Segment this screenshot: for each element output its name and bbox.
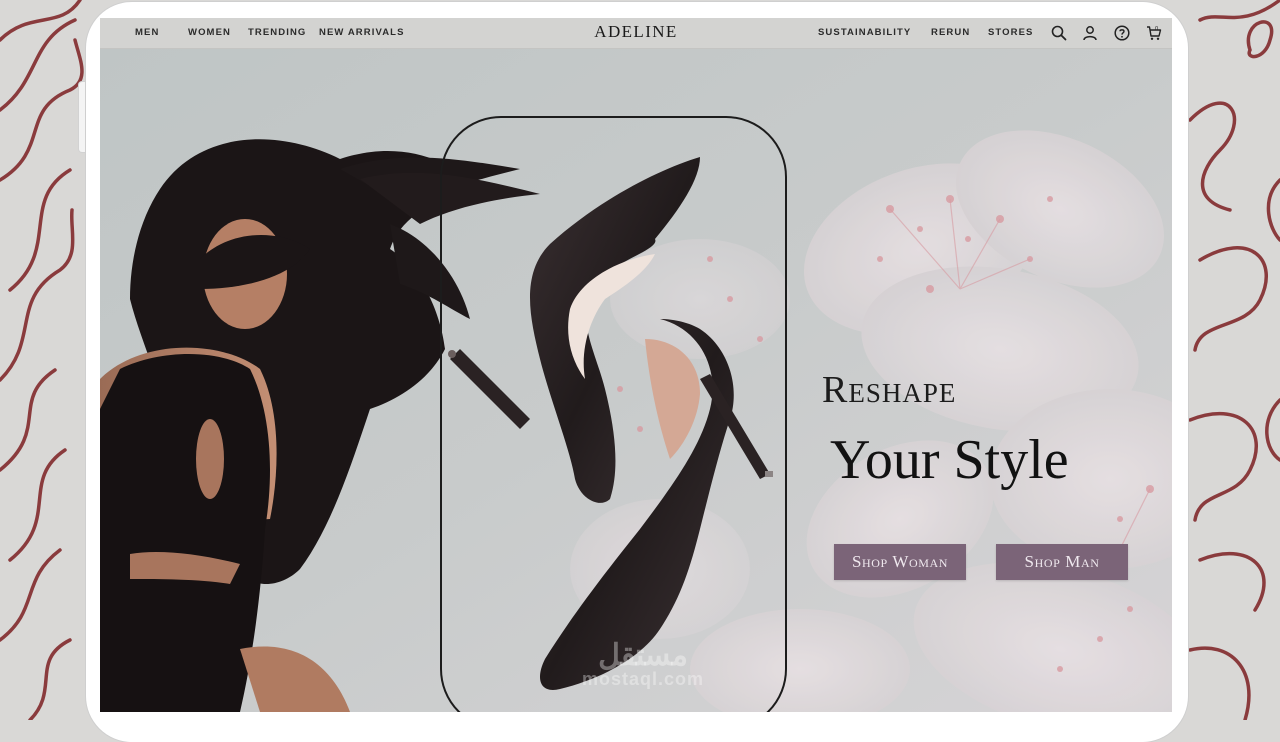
cart-count: 0 (1155, 26, 1158, 32)
help-icon[interactable] (1114, 25, 1130, 41)
nav-link-stores[interactable]: STORES (988, 27, 1034, 38)
nav-link-rerun[interactable]: RERUN (931, 27, 970, 38)
top-navigation-bar: MEN WOMEN TRENDING NEW ARRIVALS ADELINE … (100, 18, 1172, 49)
hero-heading-your-style: Your Style (830, 429, 1069, 491)
watermark-logo: مستقل (598, 639, 688, 672)
cart-icon[interactable]: 0 (1146, 25, 1162, 41)
shop-woman-button[interactable]: Shop Woman (834, 544, 966, 580)
watermark-url: mostaql.com (581, 669, 705, 689)
nav-link-sustainability[interactable]: SUSTAINABILITY (818, 27, 911, 38)
device-side-button (79, 82, 85, 152)
user-icon[interactable] (1082, 25, 1098, 41)
search-icon[interactable] (1051, 25, 1067, 41)
watermark: مستقل mostaql.com (558, 638, 728, 690)
hero-heading-reshape: Reshape (822, 369, 957, 411)
website-screen: MEN WOMEN TRENDING NEW ARRIVALS ADELINE … (100, 18, 1172, 712)
hero-banner-image (100, 49, 1172, 712)
shop-man-button[interactable]: Shop Man (996, 544, 1128, 580)
brand-logo[interactable]: ADELINE (594, 22, 677, 41)
